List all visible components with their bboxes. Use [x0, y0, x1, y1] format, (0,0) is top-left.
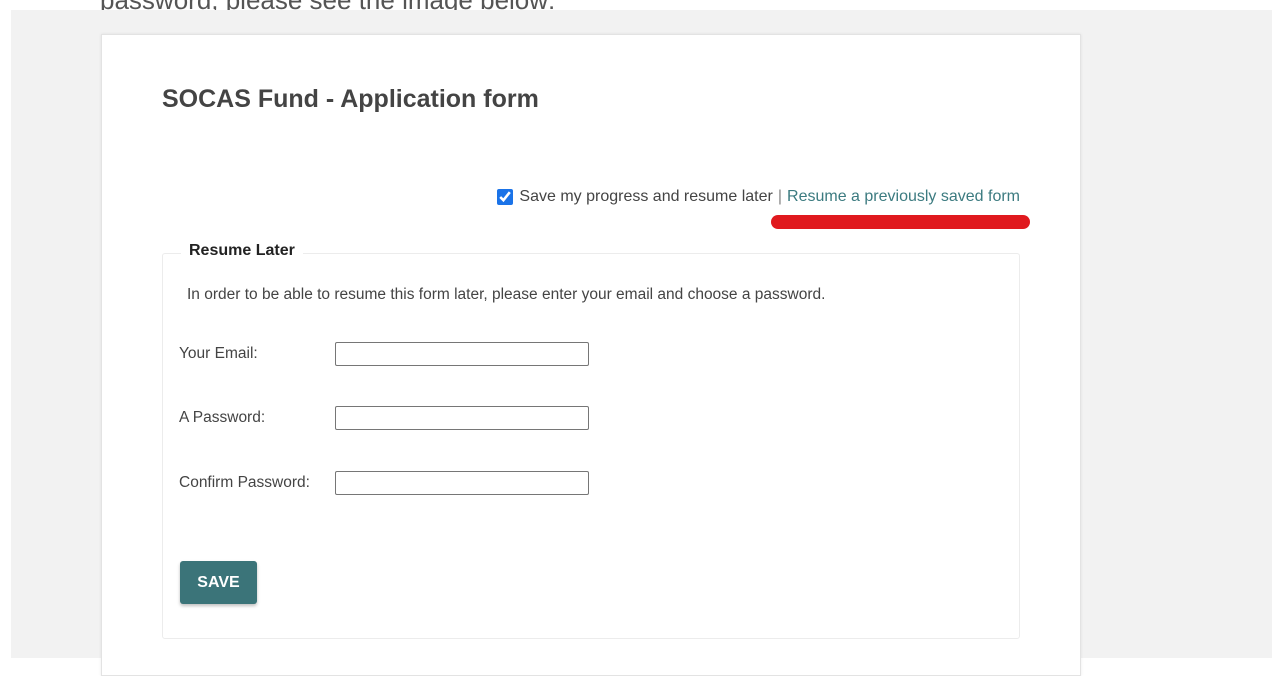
email-row: Your Email: — [179, 342, 589, 366]
confirm-password-label: Confirm Password: — [179, 474, 310, 491]
resume-instructions: In order to be able to resume this form … — [187, 286, 826, 303]
red-highlight-underline — [771, 215, 1030, 229]
resume-later-fieldset: Resume Later In order to be able to resu… — [162, 242, 1020, 639]
password-field[interactable] — [335, 406, 589, 430]
resume-later-legend: Resume Later — [181, 242, 303, 260]
separator: | — [777, 188, 783, 205]
password-row: A Password: — [179, 406, 589, 430]
resume-saved-form-link[interactable]: Resume a previously saved form — [787, 188, 1020, 206]
save-button[interactable]: SAVE — [180, 561, 257, 604]
password-label: A Password: — [179, 409, 266, 426]
application-form-card: SOCAS Fund - Application form Save my pr… — [101, 34, 1081, 676]
save-progress-row: Save my progress and resume later | Resu… — [497, 188, 1020, 206]
screenshot-frame: SOCAS Fund - Application form Save my pr… — [11, 10, 1272, 676]
confirm-password-row: Confirm Password: — [179, 471, 589, 495]
save-progress-label: Save my progress and resume later — [519, 188, 773, 205]
email-label: Your Email: — [179, 345, 258, 362]
email-field[interactable] — [335, 342, 589, 366]
save-progress-checkbox[interactable] — [497, 189, 514, 205]
page-title: SOCAS Fund - Application form — [162, 85, 539, 113]
confirm-password-field[interactable] — [335, 471, 589, 495]
